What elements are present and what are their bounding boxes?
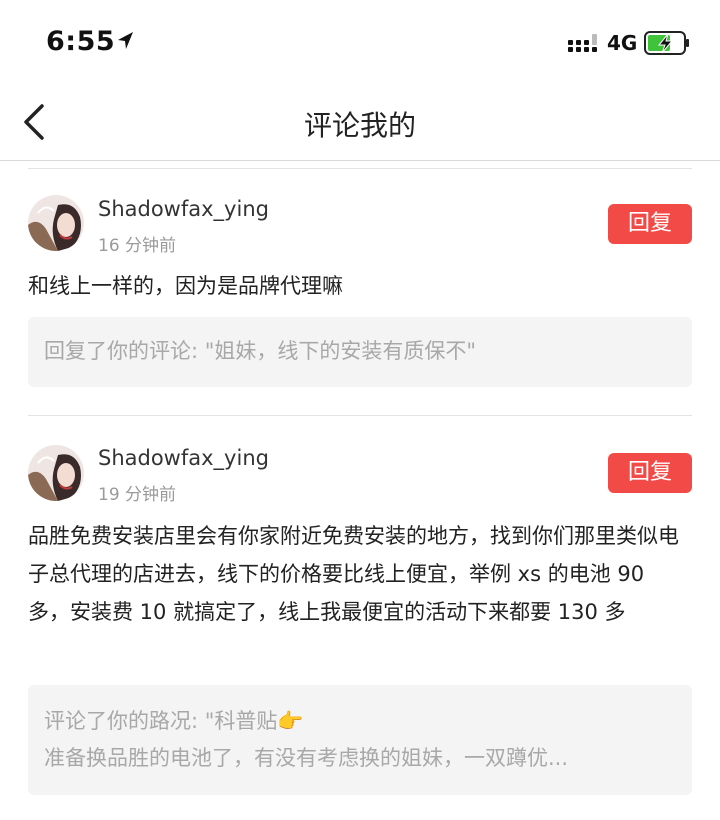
reply-button[interactable]: 回复 [608, 453, 692, 493]
timestamp: 19 分钟前 [98, 485, 177, 505]
status-time: 6:55 [46, 26, 116, 57]
nav-bar: 评论我的 [0, 88, 720, 161]
quoted-comment[interactable]: 回复了你的评论: "姐妹，线下的安装有质保不" [28, 317, 692, 387]
avatar[interactable] [28, 445, 84, 501]
timestamp: 16 分钟前 [98, 236, 177, 256]
quote-line: 回复了你的评论: "姐妹，线下的安装有质保不" [44, 339, 477, 363]
quote-line: 评论了你的路况: "科普贴👉 [44, 709, 304, 733]
quote-line: 准备换品胜的电池了，有没有考虑换的姐妹，一双蹲优... [44, 746, 569, 770]
page-title: 评论我的 [303, 109, 416, 142]
avatar[interactable] [28, 195, 84, 251]
location-arrow-icon [118, 32, 133, 49]
comment-text: 品胜免费安装店里会有你家附近免费安装的地方，找到你们那里类似电子总代理的店进去，… [28, 524, 679, 624]
divider [28, 415, 692, 416]
username[interactable]: Shadowfax_ying [98, 446, 269, 470]
comment-text: 和线上一样的，因为是品牌代理嘛 [28, 274, 343, 298]
status-bar: 6:55 4G [0, 0, 720, 88]
username[interactable]: Shadowfax_ying [98, 197, 269, 221]
divider [28, 168, 692, 169]
signal-icon [568, 34, 597, 52]
quoted-post[interactable]: 评论了你的路况: "科普贴👉 准备换品胜的电池了，有没有考虑换的姐妹，一双蹲优.… [28, 685, 692, 795]
reply-button[interactable]: 回复 [608, 204, 692, 244]
battery-charging-icon [644, 31, 689, 55]
network-type: 4G [607, 31, 638, 55]
